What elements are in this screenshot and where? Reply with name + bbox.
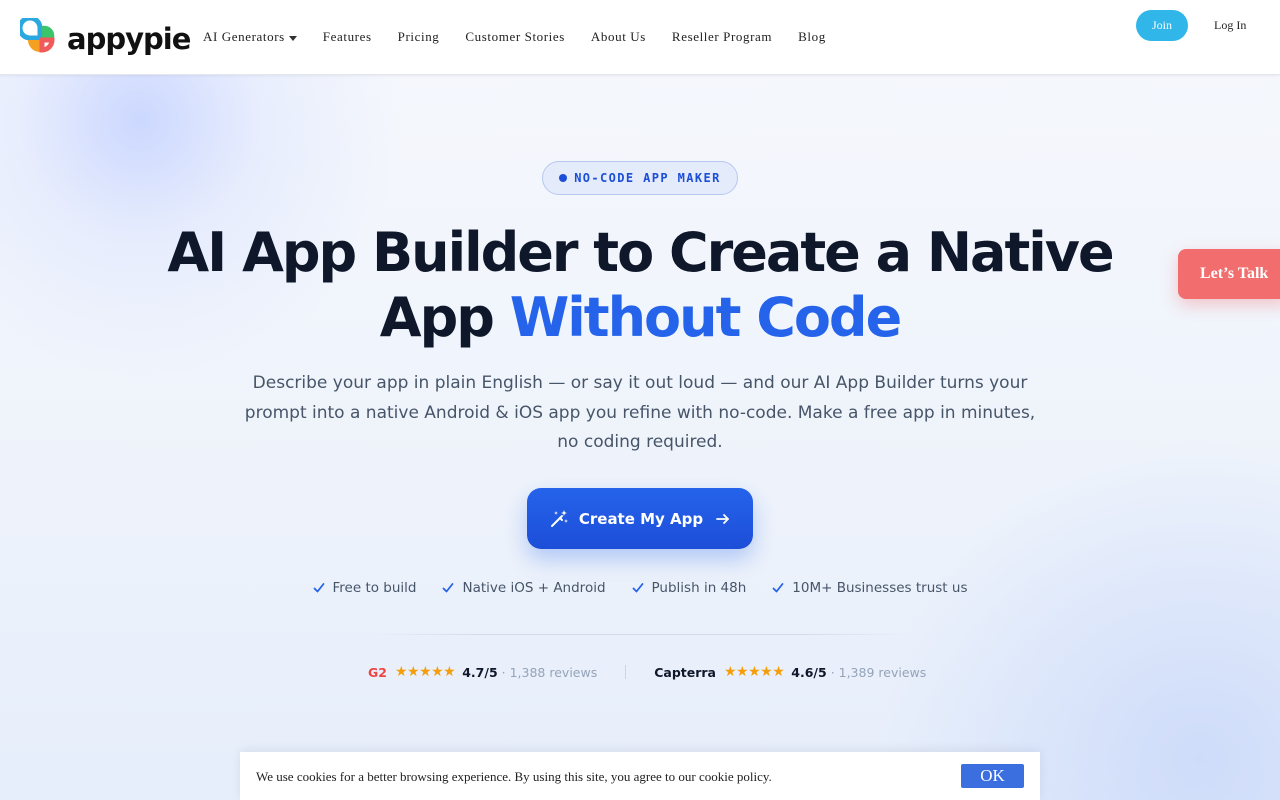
rating-separator bbox=[625, 665, 627, 679]
appypie-logo-icon bbox=[20, 18, 55, 53]
nav-label: Reseller Program bbox=[671, 29, 773, 44]
logo-wordmark: appypie bbox=[67, 21, 191, 56]
capterra-label: Capterra bbox=[654, 664, 716, 680]
check-item: Free to build bbox=[313, 580, 417, 596]
lets-talk-tab[interactable]: Let’s Talk bbox=[1178, 249, 1280, 299]
check-label: 10M+ Businesses trust us bbox=[792, 580, 968, 596]
hero-badge: NO-CODE APP MAKER bbox=[542, 161, 738, 195]
star-rating-icon: ★★★★★ bbox=[394, 664, 456, 680]
nav-customer-stories[interactable]: Customer Stories bbox=[465, 29, 565, 45]
ratings-row: G2 ★★★★★ 4.7/5 · 1,388 reviews Capterra … bbox=[368, 662, 926, 682]
checkmark-icon bbox=[772, 583, 784, 593]
magic-wand-icon bbox=[550, 509, 568, 527]
site-header: appypie AI Generators Features Pricing C… bbox=[0, 0, 1280, 75]
rating-score: 4.6/5 bbox=[791, 664, 827, 680]
main-nav: AI Generators Features Pricing Customer … bbox=[203, 29, 852, 45]
cookie-ok-button[interactable]: OK bbox=[961, 764, 1024, 788]
feature-checklist: Free to build Native iOS + Android Publi… bbox=[0, 580, 1280, 596]
nav-label: About Us bbox=[590, 29, 646, 44]
caret-down-icon bbox=[288, 35, 297, 41]
nav-pricing[interactable]: Pricing bbox=[398, 29, 440, 45]
nav-label: Customer Stories bbox=[465, 29, 565, 44]
hero-headline: AI App Builder to Create a Native App Wi… bbox=[140, 220, 1140, 350]
nav-label: Pricing bbox=[397, 29, 440, 44]
create-my-app-button[interactable]: Create My App bbox=[527, 488, 753, 549]
headline-line-1: AI App Builder to Create a Native bbox=[167, 221, 1114, 284]
checkmark-icon bbox=[313, 583, 324, 593]
headline-accent: Without Code bbox=[509, 286, 902, 349]
review-count: · 1,388 reviews bbox=[501, 664, 598, 680]
rating-score: 4.7/5 bbox=[462, 664, 498, 680]
nav-label: AI Generators bbox=[203, 29, 285, 44]
check-item: 10M+ Businesses trust us bbox=[772, 580, 967, 596]
check-label: Publish in 48h bbox=[651, 580, 747, 596]
check-item: Publish in 48h bbox=[632, 580, 747, 596]
g2-label: G2 bbox=[368, 664, 387, 680]
badge-label: NO-CODE APP MAKER bbox=[574, 171, 721, 185]
section-divider bbox=[368, 634, 912, 635]
arrow-right-icon bbox=[716, 513, 730, 524]
badge-dot-icon bbox=[559, 174, 568, 182]
cta-label: Create My App bbox=[578, 509, 704, 528]
nav-features[interactable]: Features bbox=[323, 29, 372, 45]
login-link[interactable]: Log In bbox=[1214, 18, 1246, 33]
headline-line-2-plain: App bbox=[379, 286, 495, 349]
check-label: Free to build bbox=[332, 580, 417, 596]
nav-reseller-program[interactable]: Reseller Program bbox=[672, 29, 772, 45]
check-item: Native iOS + Android bbox=[442, 580, 606, 596]
star-rating-icon: ★★★★★ bbox=[724, 664, 785, 680]
nav-label: Features bbox=[322, 29, 372, 44]
review-count: · 1,389 reviews bbox=[830, 664, 927, 680]
join-button[interactable]: Join bbox=[1136, 10, 1188, 41]
nav-ai-generators[interactable]: AI Generators bbox=[203, 29, 297, 45]
nav-blog[interactable]: Blog bbox=[798, 29, 826, 45]
hero-subtext: Describe your app in plain English — or … bbox=[244, 373, 1036, 452]
check-label: Native iOS + Android bbox=[462, 580, 606, 596]
checkmark-icon bbox=[632, 583, 643, 593]
cookie-message: We use cookies for a better browsing exp… bbox=[256, 769, 772, 784]
appypie-logo[interactable]: appypie bbox=[20, 17, 191, 61]
nav-about-us[interactable]: About Us bbox=[591, 29, 646, 45]
nav-label: Blog bbox=[798, 29, 826, 44]
checkmark-icon bbox=[443, 583, 454, 593]
cookie-banner: We use cookies for a better browsing exp… bbox=[240, 752, 1040, 800]
